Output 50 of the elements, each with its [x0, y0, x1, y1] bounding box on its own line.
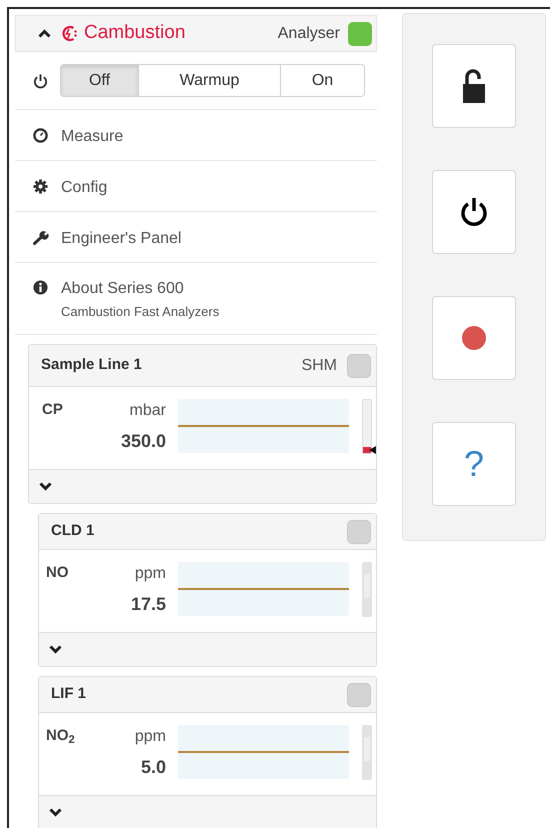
- chevron-down-icon: [39, 482, 52, 491]
- channel-name: NO: [46, 563, 68, 583]
- info-icon: [33, 280, 50, 295]
- gear-icon: [33, 179, 50, 194]
- menu-label: Engineer's Panel: [61, 229, 182, 248]
- analyser-label: Analyser: [278, 24, 340, 44]
- padlock-icon: [461, 69, 487, 103]
- unit-label: ppm: [134, 727, 166, 747]
- menu-item[interactable]: Engineer's Panel: [15, 212, 377, 263]
- menu-label: Measure: [61, 127, 124, 146]
- menu-label: Config: [61, 178, 108, 197]
- chevron-up-icon: [38, 29, 51, 38]
- expand-button[interactable]: [39, 482, 52, 491]
- level-gauge: [362, 562, 372, 617]
- channel-name: NO$_{2}$: [46, 726, 75, 748]
- panel-title: CLD 1: [51, 521, 94, 542]
- unit-label: ppm: [134, 564, 166, 584]
- panel-title: Sample Line 1: [41, 355, 142, 376]
- channel-value: 350.0: [120, 430, 166, 453]
- mode-option[interactable]: Off: [61, 65, 138, 96]
- record-button[interactable]: [432, 296, 516, 380]
- menu-sublabel: Cambustion Fast Analyzers: [61, 303, 220, 321]
- power-button[interactable]: [432, 170, 516, 254]
- menu-item[interactable]: Config: [15, 161, 377, 212]
- channel-value: 17.5: [130, 593, 166, 616]
- record-icon: [462, 326, 486, 350]
- unit-label: mbar: [130, 401, 166, 421]
- level-gauge: [362, 725, 372, 780]
- chevron-down-icon: [49, 645, 62, 654]
- help-button[interactable]: ?: [432, 422, 516, 506]
- chevron-down-icon: [49, 808, 62, 817]
- power-icon: [460, 197, 488, 227]
- panel-tag: SHM: [301, 354, 337, 378]
- menu-item[interactable]: About Series 600 Cambustion Fast Analyzers: [15, 263, 377, 335]
- channel-name: CP: [42, 400, 63, 420]
- power-icon: [33, 72, 48, 88]
- menu-label: About Series 600: [61, 279, 185, 298]
- panel-title: LIF 1: [51, 684, 86, 704]
- pointer-icon: [369, 446, 376, 454]
- wrench-icon: [33, 230, 50, 245]
- gauge-icon: [33, 128, 50, 143]
- expand-button[interactable]: [49, 645, 62, 654]
- mode-option[interactable]: On: [280, 65, 364, 96]
- channel-value: 5.0: [140, 756, 166, 779]
- expand-button[interactable]: [49, 808, 62, 817]
- menu-item[interactable]: Measure: [15, 110, 377, 161]
- logo-icon: [61, 25, 78, 42]
- collapse-button[interactable]: [38, 29, 51, 38]
- brand-name: Cambustion: [84, 21, 186, 46]
- unlock-button[interactable]: [432, 44, 516, 128]
